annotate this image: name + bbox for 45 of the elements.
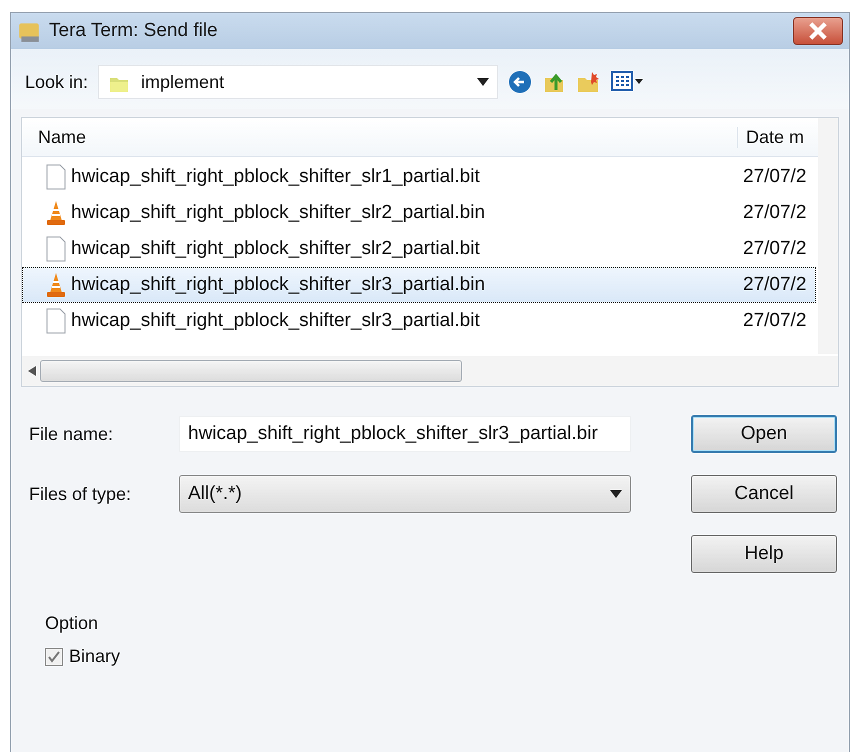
scrollbar-thumb[interactable] xyxy=(40,360,462,382)
file-row[interactable]: hwicap_shift_right_pblock_shifter_slr2_partial.bin 27/07/2 xyxy=(22,195,816,231)
column-header[interactable]: Name xyxy=(22,126,737,148)
window-title: Tera Term: Send file xyxy=(49,20,219,42)
horizontal-scrollbar[interactable] xyxy=(22,356,838,386)
caret-icon xyxy=(477,78,490,86)
file-name-field[interactable]: hwicap_shift_right_pblock_shifter_slr3_partial.bir xyxy=(179,416,631,452)
close-button[interactable] xyxy=(793,17,843,45)
caret-icon xyxy=(610,490,622,498)
back-icon[interactable] xyxy=(508,70,532,94)
file-name: hwicap_shift_right_pblock_shifter_slr2_partial.bin xyxy=(71,202,486,224)
file-name: hwicap_shift_right_pblock_shifter_slr1_partial.bit xyxy=(71,166,481,188)
view-menu-icon[interactable] xyxy=(610,70,644,94)
new-folder-icon[interactable] xyxy=(576,70,600,94)
document-icon xyxy=(45,308,67,334)
document-icon xyxy=(45,164,67,190)
left-arrow-icon[interactable] xyxy=(28,366,36,376)
binary-label: Binary xyxy=(69,646,120,667)
file-type-dropdown[interactable]: All(*.*) xyxy=(179,475,631,513)
file-type-label: Files of type: xyxy=(29,484,132,504)
vertical-scrollbar[interactable] xyxy=(818,118,838,354)
file-row[interactable]: hwicap_shift_right_pblock_shifter_slr1_partial.bit 27/07/2 xyxy=(22,159,816,195)
file-name: hwicap_shift_right_pblock_shifter_slr3_partial.bin xyxy=(71,274,486,296)
file-date: 27/07/2 xyxy=(743,238,808,260)
dialog-button[interactable]: Help xyxy=(691,535,837,573)
file-date: 27/07/2 xyxy=(743,166,808,188)
dialog-button[interactable]: Open xyxy=(691,415,837,453)
traffic-cone-icon xyxy=(45,200,67,226)
file-row[interactable]: hwicap_shift_right_pblock_shifter_slr3_partial.bit 27/07/2 xyxy=(22,303,816,339)
option-label: Option xyxy=(45,613,100,634)
file-row[interactable]: hwicap_shift_right_pblock_shifter_slr2_partial.bit 27/07/2 xyxy=(22,231,816,267)
file-row[interactable]: hwicap_shift_right_pblock_shifter_slr3_partial.bin 27/07/2 xyxy=(22,267,816,303)
look-in-dropdown[interactable]: implement xyxy=(98,65,498,99)
file-date: 27/07/2 xyxy=(743,274,808,296)
binary-checkbox[interactable] xyxy=(45,648,63,666)
document-icon xyxy=(45,236,67,262)
file-date: 27/07/2 xyxy=(743,310,808,332)
file-name: hwicap_shift_right_pblock_shifter_slr2_partial.bit xyxy=(71,238,481,260)
file-name-label: File name: xyxy=(29,424,114,444)
column-header[interactable]: Date m xyxy=(737,126,816,148)
traffic-cone-icon xyxy=(45,272,67,298)
look-in-label: Look in: xyxy=(25,72,88,92)
dialog-button[interactable]: Cancel xyxy=(691,475,837,513)
file-name: hwicap_shift_right_pblock_shifter_slr3_partial.bit xyxy=(71,310,481,332)
file-date: 27/07/2 xyxy=(743,202,808,224)
